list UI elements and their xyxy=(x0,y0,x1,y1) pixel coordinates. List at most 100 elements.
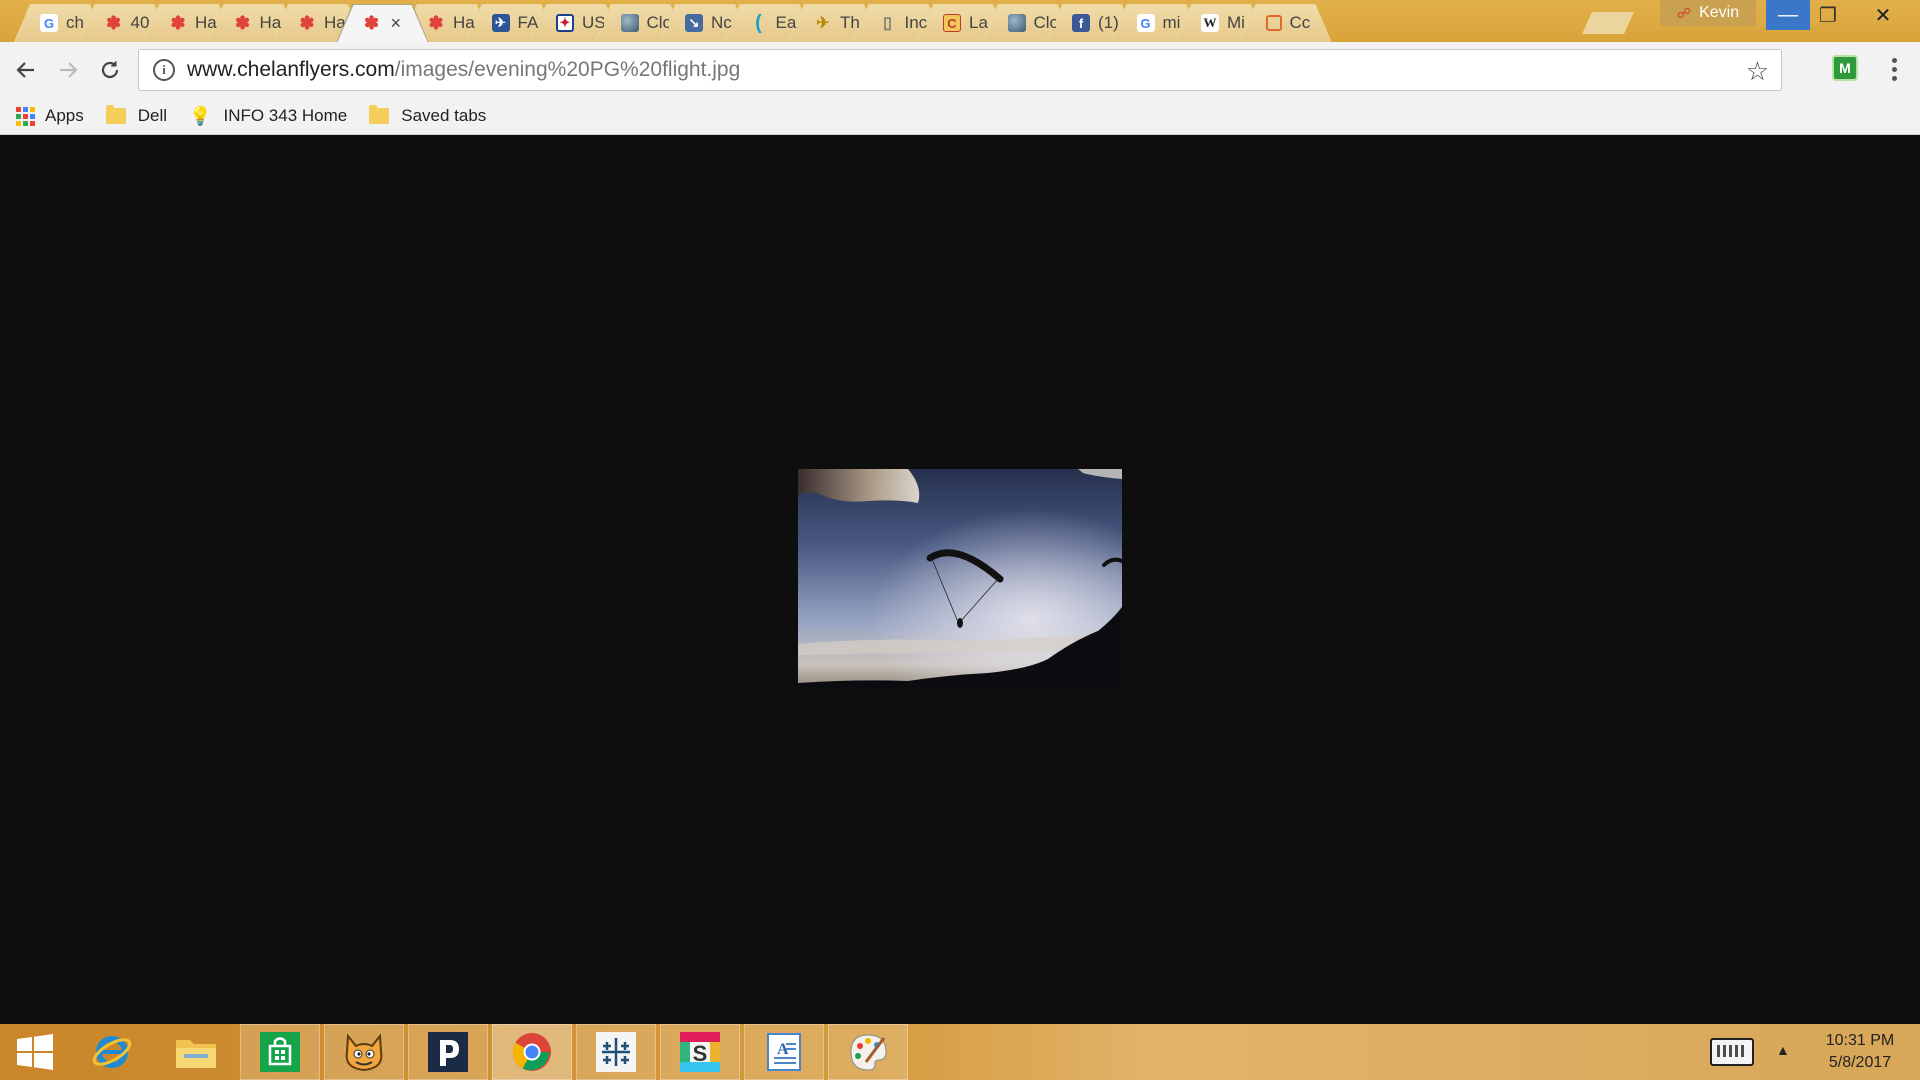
info-icon[interactable]: i xyxy=(153,59,175,81)
tab-strip: Gch ✽ 40 ✽ Ha ✽ Ha ✽ Ha ✽ × ✽ Ha ✈ FA ✦ US Clo ↘ Nc(Ea ✈ Th ▯ I… xyxy=(0,0,1920,42)
close-icon: ✕ xyxy=(1874,4,1892,27)
tab-title: Clo xyxy=(646,13,669,32)
reload-icon xyxy=(101,61,119,79)
flower-icon: ✽ xyxy=(170,12,186,33)
chrome-icon xyxy=(512,1033,551,1071)
tableau-icon xyxy=(596,1032,636,1072)
clock-time: 10:31 PM xyxy=(1825,1032,1895,1049)
apps-grid-icon xyxy=(16,106,35,126)
tab-background xyxy=(337,4,429,42)
wordpad-icon: A xyxy=(767,1033,801,1071)
palette-icon xyxy=(850,1034,887,1071)
tab-title: US xyxy=(582,13,604,32)
internet-explorer-icon xyxy=(92,1036,132,1068)
bookmark-dell[interactable]: Dell xyxy=(105,105,168,126)
restore-button[interactable]: ❐ xyxy=(1810,0,1846,30)
flower-icon: ✽ xyxy=(234,12,251,33)
paraglider-icon: ✈ xyxy=(816,15,830,32)
wave-icon: ( xyxy=(755,11,762,34)
extension-icon[interactable]: M xyxy=(1832,55,1858,81)
bookmark-label: Dell xyxy=(137,106,168,125)
clock-date: 5/8/2017 xyxy=(1828,1054,1892,1071)
bookmark-info-343-home[interactable]: 💡 INFO 343 Home xyxy=(189,106,347,127)
arrow-left-icon xyxy=(16,62,34,78)
profile-name: Kevin xyxy=(1699,4,1740,21)
noaa-icon: ↘ xyxy=(685,14,703,32)
chrome-menu-icon[interactable] xyxy=(1882,53,1906,85)
arrow-right-icon xyxy=(60,62,78,78)
google-icon: G xyxy=(1136,14,1155,32)
pandora-icon xyxy=(428,1032,468,1072)
url-text[interactable]: www.chelanflyers.com/images/evening%20PG… xyxy=(187,58,740,82)
globe-icon xyxy=(1007,14,1026,32)
file-explorer-button[interactable] xyxy=(156,1024,236,1080)
tab-title: La xyxy=(969,13,988,32)
windows-taskbar: S A ▲ 10:31 PM 5/8/2017 xyxy=(0,1024,1920,1080)
lightbulb-icon: 💡 xyxy=(189,105,212,126)
tab-title: Cc xyxy=(1289,13,1311,32)
bookmark-label: Saved tabs xyxy=(401,106,487,125)
bookmarks-bar: Apps Dell 💡 INFO 343 Home Saved tabs xyxy=(0,98,1920,135)
letter-c-icon: C xyxy=(943,14,961,32)
slack-button[interactable]: S xyxy=(660,1024,740,1080)
minimize-button[interactable]: — xyxy=(1766,0,1810,30)
globe-icon xyxy=(620,14,639,32)
svg-text:S: S xyxy=(693,1041,708,1066)
faa-icon: ✈ xyxy=(491,14,510,32)
facebook-icon: f xyxy=(1072,14,1090,32)
tab-title: Ha xyxy=(195,13,217,32)
tableau-button[interactable] xyxy=(576,1024,656,1080)
tray-overflow-icon[interactable]: ▲ xyxy=(1776,1042,1790,1058)
tab-title: Mi xyxy=(1227,13,1245,32)
tab-19[interactable]: Cc xyxy=(1240,4,1332,42)
touch-keyboard-icon[interactable] xyxy=(1710,1038,1754,1066)
slack-icon: S xyxy=(680,1032,720,1072)
tab-title: mi xyxy=(1162,13,1181,32)
profile-button[interactable]: ☍ Kevin xyxy=(1660,0,1756,26)
tab-title: FA xyxy=(517,13,539,32)
folder-icon xyxy=(176,1040,216,1068)
tab-title: Ha xyxy=(259,13,282,32)
url-path: /images/evening%20PG%20flight.jpg xyxy=(394,58,741,81)
scratch-button[interactable] xyxy=(324,1024,404,1080)
tab-title: ch xyxy=(66,13,84,32)
tab-list: Gch ✽ 40 ✽ Ha ✽ Ha ✽ Ha ✽ × ✽ Ha ✈ FA ✦ US Clo ↘ Nc(Ea ✈ Th ▯ I… xyxy=(0,2,1640,42)
us-icon: ✦ xyxy=(556,14,574,32)
store-icon xyxy=(260,1032,300,1072)
tab-title: Nc xyxy=(711,13,732,32)
planet-icon xyxy=(1265,15,1282,31)
profile-icon: ☍ xyxy=(1676,4,1692,21)
tab-title: Th xyxy=(840,13,860,32)
close-window-button[interactable]: ✕ xyxy=(1846,0,1920,30)
paraglider-photo[interactable] xyxy=(798,469,1122,691)
wikipedia-icon: W xyxy=(1201,14,1219,32)
reload-button[interactable] xyxy=(94,54,126,86)
start-button[interactable] xyxy=(0,1024,70,1080)
minimize-icon: — xyxy=(1778,3,1798,26)
chrome-button[interactable] xyxy=(492,1024,572,1080)
pandora-button[interactable] xyxy=(408,1024,488,1080)
tab-title: Ea xyxy=(775,13,797,32)
windows-logo-icon xyxy=(17,1034,53,1070)
bookmark-apps[interactable]: Apps xyxy=(16,106,84,126)
forward-button[interactable] xyxy=(52,54,84,86)
tab-close-icon[interactable]: × xyxy=(391,13,402,34)
restore-icon: ❐ xyxy=(1819,4,1837,27)
back-button[interactable] xyxy=(10,54,42,86)
tab-5[interactable]: ✽ × xyxy=(337,4,429,42)
bookmark-label: Apps xyxy=(45,106,84,125)
tab-background xyxy=(1240,4,1332,42)
bookmark-star-icon[interactable]: ☆ xyxy=(1746,56,1769,87)
store-button[interactable] xyxy=(240,1024,320,1080)
flower-icon: ✽ xyxy=(105,12,122,33)
internet-explorer-button[interactable] xyxy=(72,1024,152,1080)
cat-icon xyxy=(345,1033,383,1072)
system-clock[interactable]: 10:31 PM 5/8/2017 xyxy=(1810,1030,1910,1074)
page-content xyxy=(0,136,1920,1024)
paint-button[interactable] xyxy=(828,1024,908,1080)
google-icon: G xyxy=(40,14,58,32)
wordpad-button[interactable]: A xyxy=(744,1024,824,1080)
flower-icon: ✽ xyxy=(428,12,444,33)
address-bar[interactable]: i www.chelanflyers.com/images/evening%20… xyxy=(138,49,1782,91)
bookmark-saved-tabs[interactable]: Saved tabs xyxy=(369,105,487,126)
